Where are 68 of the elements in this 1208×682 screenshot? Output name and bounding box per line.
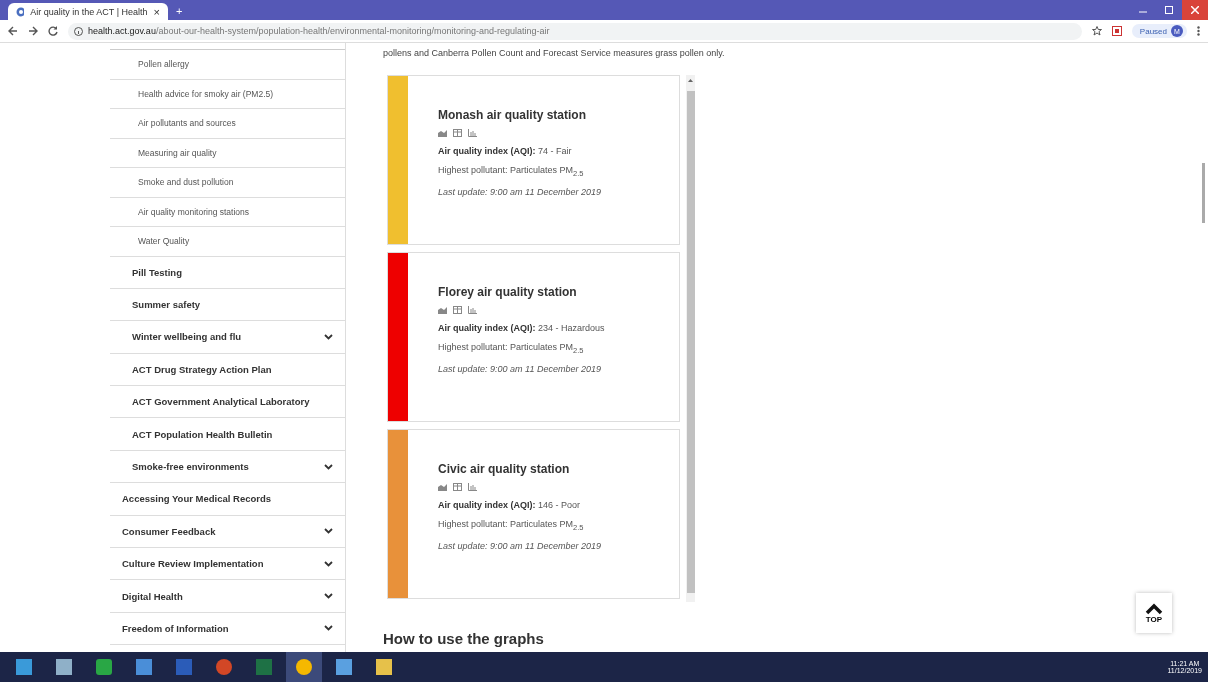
- sidebar-item[interactable]: Smoke and dust pollution: [110, 168, 345, 198]
- sidebar-item[interactable]: Freedom of Information: [110, 612, 345, 646]
- sidebar-item[interactable]: ACT Drug Strategy Action Plan: [110, 353, 345, 387]
- aqi-text: Air quality index (AQI): 74 - Fair: [438, 146, 573, 156]
- aqi-text: Air quality index (AQI): 146 - Poor: [438, 500, 582, 510]
- sidebar-item[interactable]: Measuring air quality: [110, 138, 345, 168]
- section-heading: How to use the graphs: [383, 630, 545, 647]
- table-icon[interactable]: [453, 306, 462, 314]
- close-tab-button[interactable]: ×: [153, 5, 160, 18]
- last-update-text: Last update: 9:00 am 11 December 2019: [438, 186, 601, 197]
- sidebar-item[interactable]: Digital Health: [110, 580, 345, 613]
- sidebar-item[interactable]: Water Quality: [110, 227, 345, 257]
- sidebar-item[interactable]: ACT Population Health Bulletin: [110, 418, 345, 451]
- caret-up-icon: [1145, 602, 1163, 615]
- chevron-down-icon: [324, 528, 333, 535]
- menu-icon[interactable]: [1197, 26, 1200, 36]
- table-icon[interactable]: [453, 483, 462, 491]
- address-bar[interactable]: health.act.gov.au/about-our-health-system/population-health/environmental-monitoring/monitoring-and-regulating-air: [68, 22, 1082, 40]
- reload-icon[interactable]: [48, 26, 58, 36]
- chevron-down-icon: [324, 333, 333, 340]
- extension-icon[interactable]: [1111, 26, 1122, 36]
- tab-title: Air quality in the ACT | Health: [30, 6, 148, 17]
- pollutant-text: Highest pollutant: Particulates PM$_{2.5}$: [438, 165, 585, 178]
- station-title: Civic air quality station: [438, 462, 571, 476]
- close-icon[interactable]: [1191, 6, 1199, 14]
- sidebar-item[interactable]: Accessing Your Medical Records: [110, 483, 345, 516]
- table-icon[interactable]: [453, 129, 462, 137]
- windows-start-icon[interactable]: [16, 659, 32, 675]
- back-to-top-button[interactable]: TOP: [1136, 593, 1172, 633]
- station-title: Florey air quality station: [438, 285, 578, 299]
- sidebar-item[interactable]: Smoke-free environments: [110, 450, 345, 484]
- app-icon[interactable]: [216, 659, 232, 675]
- intro-text: pollens and Canberra Pollen Count and Forecast Service measures grass pollen only.: [383, 48, 726, 58]
- bar-chart-icon[interactable]: [468, 483, 477, 491]
- chevron-down-icon: [324, 463, 333, 470]
- sidebar-item[interactable]: Culture Review Implementation: [110, 548, 345, 581]
- chevron-down-icon: [324, 560, 333, 567]
- sidebar-item[interactable]: Consumer Feedback: [110, 515, 345, 548]
- chevron-down-icon: [324, 625, 333, 632]
- chevron-down-icon: [324, 593, 333, 600]
- page-scrollbar[interactable]: [1202, 163, 1205, 223]
- pollutant-text: Highest pollutant: Particulates PM$_{2.5}$: [438, 342, 585, 355]
- sidebar-item[interactable]: Winter wellbeing and flu: [110, 321, 345, 354]
- browser-tab[interactable]: Air quality in the ACT | Health ×: [8, 3, 168, 20]
- scrollbar[interactable]: [686, 75, 695, 602]
- forward-arrow-icon[interactable]: [28, 26, 38, 36]
- bar-chart-icon[interactable]: [468, 129, 477, 137]
- sidebar-item[interactable]: Air quality monitoring stations: [110, 197, 345, 227]
- star-icon[interactable]: [1091, 26, 1102, 36]
- app-icon[interactable]: [296, 659, 312, 675]
- info-icon: [74, 26, 83, 36]
- new-tab-button[interactable]: +: [176, 5, 183, 17]
- sidebar-item[interactable]: Summer safety: [110, 288, 345, 322]
- station-title: Monash air quality station: [438, 108, 588, 122]
- sidebar-item[interactable]: Air pollutants and sources: [110, 109, 345, 139]
- back-arrow-icon[interactable]: [8, 26, 18, 36]
- pollutant-text: Highest pollutant: Particulates PM$_{2.5}$: [438, 519, 585, 532]
- sidebar-item[interactable]: Health advice for smoky air (PM2.5): [110, 79, 345, 109]
- scroll-up-arrow-icon[interactable]: [688, 78, 693, 82]
- site-icon: [16, 6, 25, 17]
- sidebar-item[interactable]: ACT Government Analytical Laboratory: [110, 386, 345, 419]
- last-update-text: Last update: 9:00 am 11 December 2019: [438, 540, 601, 551]
- sidebar-item[interactable]: Pill Testing: [110, 256, 345, 289]
- last-update-text: Last update: 9:00 am 11 December 2019: [438, 363, 602, 374]
- bar-chart-icon[interactable]: [468, 306, 477, 314]
- maximize-icon[interactable]: [1165, 6, 1173, 14]
- sidebar-item[interactable]: Pollen allergy: [110, 50, 345, 80]
- aqi-text: Air quality index (AQI): 234 - Hazardous: [438, 323, 605, 333]
